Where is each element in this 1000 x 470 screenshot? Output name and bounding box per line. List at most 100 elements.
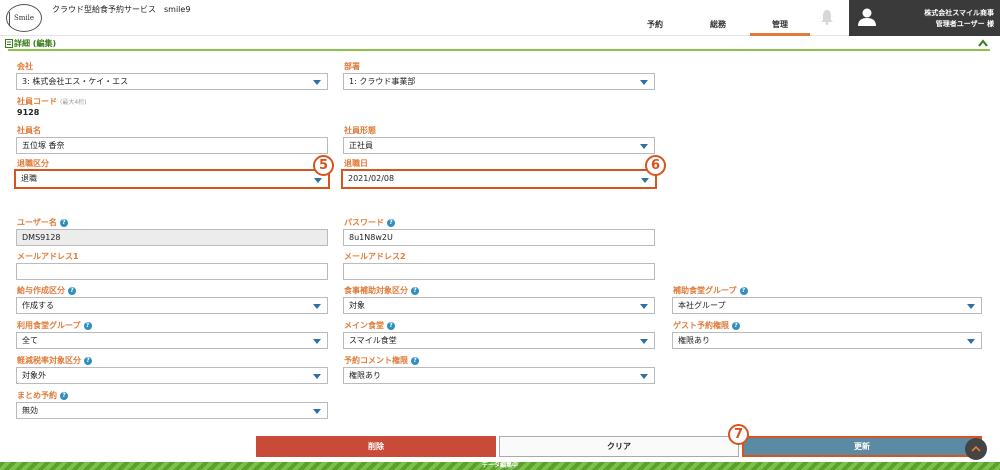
department-label: 部署 [344,62,360,71]
department-select[interactable]: 1: クラウド事業部 [343,73,655,90]
retirement-type-value: 退職 [21,174,37,183]
password-label-text: パスワード [344,218,384,227]
callout-badge-7: 7 [728,424,749,445]
reduced-tax-label-text: 軽減税率対象区分 [17,356,81,365]
user-company: 株式会社スマイル商事 [924,9,994,17]
employment-type-select[interactable]: 正社員 [343,137,655,154]
employee-code-value: 9128 [17,108,40,117]
fork-icon [9,12,12,26]
main-cafeteria-label-text: メイン食堂 [344,321,384,330]
employee-code-label: 社員コード (最大4桁) [17,96,87,107]
password-input[interactable]: 8u1N8w2U [343,229,655,246]
chevron-up-icon[interactable] [978,39,988,47]
bulk-reservation-select[interactable]: 無効 [16,402,328,419]
aux-cafeteria-group-label-text: 補助食堂グループ [673,286,737,295]
help-icon[interactable]: ? [739,287,748,295]
user-name: 管理者ユーザー 様 [935,20,994,28]
email2-input[interactable] [343,263,655,280]
guest-permission-select[interactable]: 権限あり [672,332,982,349]
help-icon[interactable]: ? [387,322,395,330]
app-title: クラウド型給食予約サービス smile9 [52,5,191,14]
comment-permission-select[interactable]: 権限あり [343,367,655,384]
aux-cafeteria-group-select[interactable]: 本社グループ [672,297,982,314]
main-cafeteria-select[interactable]: スマイル食堂 [343,332,655,349]
reduced-tax-label: 軽減税率対象区分? [17,355,92,366]
status-text: データ編集中 [481,462,518,469]
username-label: ユーザー名? [17,217,68,228]
chevron-down-icon [640,304,648,309]
update-button[interactable]: 更新 [742,436,982,457]
meal-subsidy-select[interactable]: 対象 [343,297,655,314]
section-header: 詳細 (編集) [5,37,990,51]
main-cafeteria-value: スマイル食堂 [349,336,397,345]
help-icon[interactable]: ? [411,287,419,295]
help-icon[interactable]: ? [732,322,740,330]
comment-permission-label: 予約コメント権限? [344,355,419,366]
meal-subsidy-value: 対象 [349,301,365,310]
chevron-down-icon [967,304,975,309]
help-icon[interactable]: ? [84,357,92,365]
help-icon[interactable]: ? [59,219,68,227]
chevron-up-icon [971,446,981,452]
logo[interactable]: Smile [6,4,42,32]
comment-permission-value: 権限あり [349,371,381,380]
username-input: DMS9128 [16,229,328,246]
help-icon[interactable]: ? [60,392,68,400]
delete-button[interactable]: 削除 [256,436,496,457]
retirement-type-select[interactable]: 退職 [14,169,330,189]
cafeteria-group-select[interactable]: 全て [16,332,328,349]
employee-name-input[interactable]: 五位塚 香奈 [16,137,328,154]
user-menu[interactable]: 株式会社スマイル商事 管理者ユーザー 様 [849,0,1000,36]
bulk-reservation-label: まとめ予約? [17,390,68,401]
salary-type-value: 作成する [22,301,54,310]
bell-icon[interactable] [820,9,834,25]
department-value: 1: クラウド事業部 [349,77,416,86]
salary-type-label-text: 給与作成区分 [17,286,65,295]
bulk-reservation-value: 無効 [22,406,38,415]
section-title: 詳細 (編集) [14,39,57,48]
chevron-down-icon [640,339,648,344]
nav-item-reservation[interactable]: 予約 [625,18,685,36]
bulk-reservation-label-text: まとめ予約 [17,391,57,400]
chevron-down-icon [313,374,321,379]
chevron-down-icon [314,178,322,183]
chevron-down-icon [313,409,321,414]
logo-text: Smile [13,14,35,22]
meal-subsidy-label: 食事補助対象区分? [344,285,419,296]
salary-type-select[interactable]: 作成する [16,297,328,314]
guest-permission-label-text: ゲスト予約権限 [673,321,729,330]
employee-code-label-text: 社員コード [17,97,57,106]
meal-subsidy-label-text: 食事補助対象区分 [344,286,408,295]
retirement-date-select[interactable]: 2021/02/08 [341,169,657,189]
chevron-down-icon [967,339,975,344]
edit-document-icon [5,39,13,48]
guest-permission-value: 権限あり [678,336,710,345]
company-select[interactable]: 3: 株式会社エス・ケイ・エス [16,73,328,90]
chevron-down-icon [313,80,321,85]
company-label: 会社 [17,62,33,71]
salary-type-label: 給与作成区分? [17,285,76,296]
help-icon[interactable]: ? [387,219,395,227]
cafeteria-group-label: 利用食堂グループ? [17,320,92,331]
help-icon[interactable]: ? [68,287,76,295]
nav-item-management[interactable]: 管理 [750,18,810,36]
email2-label: メールアドレス2 [344,252,406,261]
scroll-to-top-button[interactable] [965,438,987,460]
nav-item-general-affairs[interactable]: 総務 [688,18,748,36]
aux-cafeteria-group-value: 本社グループ [678,301,726,310]
retirement-date-label: 退職日 [344,159,368,168]
help-icon[interactable]: ? [411,357,419,365]
callout-badge-5: 5 [313,155,334,176]
reduced-tax-select[interactable]: 対象外 [16,367,328,384]
employee-code-hint: (最大4桁) [60,99,87,106]
email1-input[interactable] [16,263,328,280]
main-cafeteria-label: メイン食堂? [344,320,395,331]
email1-label: メールアドレス1 [17,252,79,261]
cafeteria-group-label-text: 利用食堂グループ [17,321,81,330]
help-icon[interactable]: ? [83,322,92,330]
cafeteria-group-value: 全て [22,336,38,345]
company-value: 3: 株式会社エス・ケイ・エス [22,77,129,86]
employment-type-value: 正社員 [349,141,373,150]
reduced-tax-value: 対象外 [22,371,46,380]
clear-button[interactable]: クリア [499,436,739,457]
